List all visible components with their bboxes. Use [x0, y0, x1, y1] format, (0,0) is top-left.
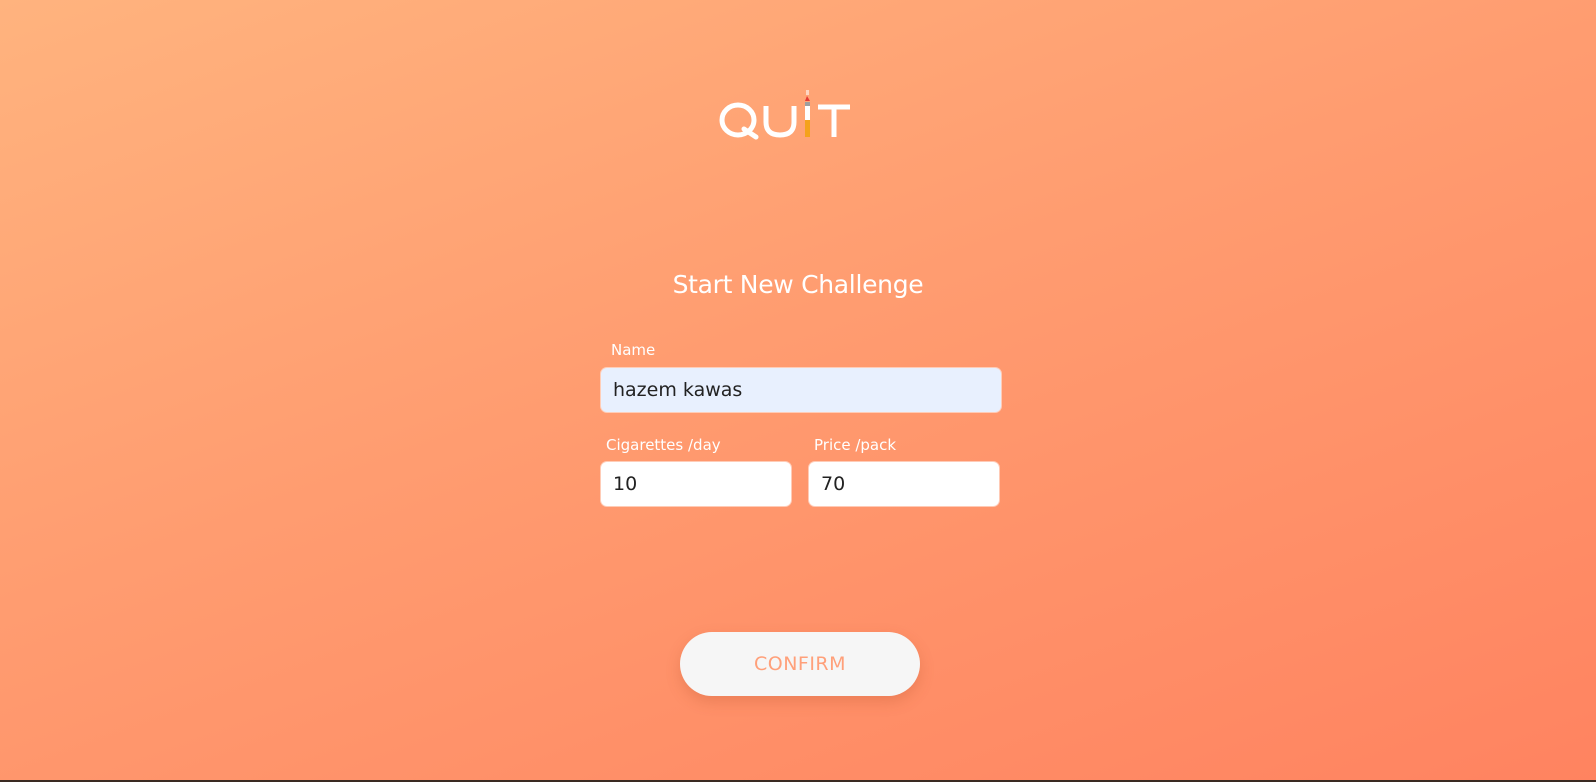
price-label: Price /pack	[814, 436, 897, 454]
name-label: Name	[611, 341, 656, 359]
quit-logo	[719, 90, 850, 140]
name-input-value: hazem kawas	[613, 379, 743, 401]
cigarettes-per-day-value: 10	[613, 473, 638, 495]
cigarettes-label: Cigarettes /day	[606, 436, 721, 454]
cigarette-i-icon	[805, 90, 810, 137]
cigarettes-per-day-input[interactable]: 10	[601, 462, 791, 506]
confirm-button[interactable]: CONFIRM	[680, 632, 920, 696]
page-title: Start New Challenge	[672, 270, 924, 299]
price-per-pack-input[interactable]: 70	[809, 462, 999, 506]
price-per-pack-value: 70	[821, 473, 846, 495]
name-input[interactable]: hazem kawas	[601, 368, 1001, 412]
